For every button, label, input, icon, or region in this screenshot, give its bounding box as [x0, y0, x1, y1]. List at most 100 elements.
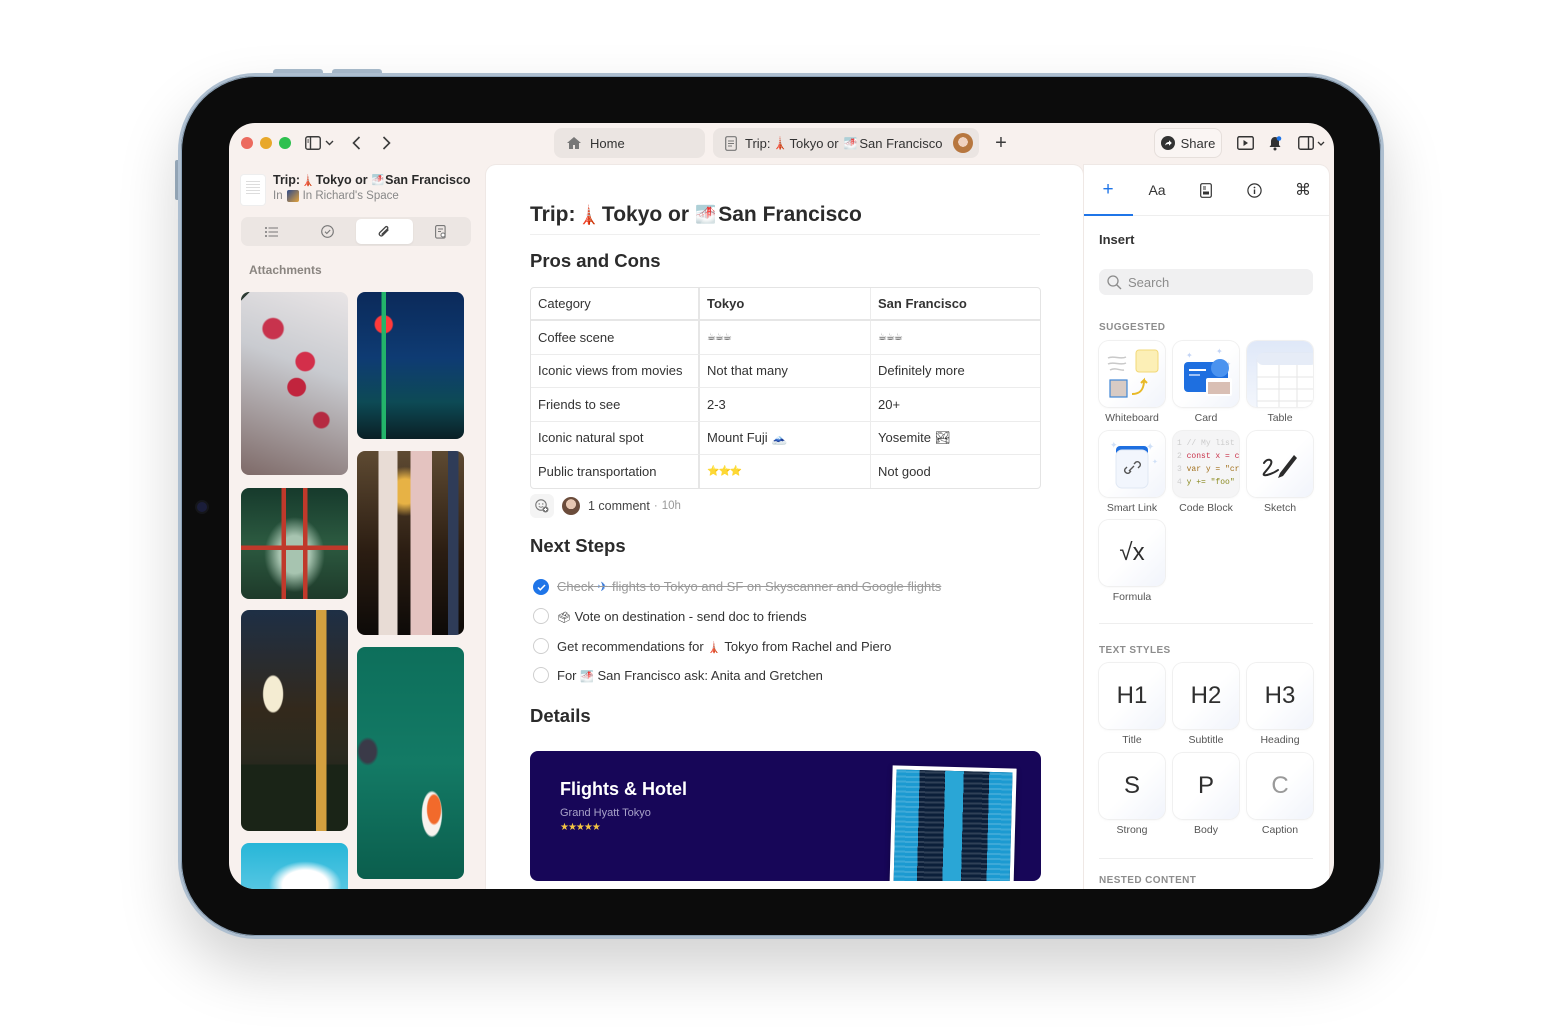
- minimize-window-button[interactable]: [260, 137, 272, 149]
- title-divider: [530, 234, 1040, 235]
- card-title: Flights & Hotel: [560, 779, 687, 799]
- todo-text-part: For: [557, 667, 577, 683]
- close-window-button[interactable]: [241, 137, 253, 149]
- add-reaction-button[interactable]: [530, 494, 554, 518]
- style-glyph: C: [1271, 772, 1289, 799]
- tokyo-tower-icon: 🗼: [707, 641, 722, 654]
- table-cell[interactable]: Coffee scene: [531, 321, 700, 355]
- table-cell[interactable]: ⭐⭐⭐: [700, 454, 871, 489]
- todo-checkbox[interactable]: [533, 638, 549, 654]
- heading-pros-and-cons[interactable]: Pros and Cons: [530, 250, 661, 272]
- table-cell[interactable]: Yosemite 🏞: [871, 422, 1040, 455]
- todo-text-part: Check: [557, 579, 594, 594]
- table-cell[interactable]: 20+: [871, 388, 1040, 422]
- comment-count[interactable]: 1 comment: [588, 499, 650, 513]
- todo-text[interactable]: Check ✈ flights to Tokyo and SF on Skysc…: [557, 579, 941, 595]
- notifications-button[interactable]: [1266, 131, 1284, 155]
- style-preview: H2: [1173, 663, 1239, 729]
- tab-info[interactable]: [1239, 177, 1269, 203]
- todo-checkbox-checked[interactable]: [533, 579, 549, 595]
- segment-search-document[interactable]: [413, 219, 470, 244]
- sidebar-toggle-button[interactable]: [302, 131, 336, 155]
- segment-outline[interactable]: [243, 219, 300, 244]
- table-cell[interactable]: Mount Fuji 🗻: [700, 421, 871, 455]
- table-cell[interactable]: ☕☕☕: [700, 321, 871, 355]
- todo-checkbox[interactable]: [533, 608, 549, 624]
- table-cell[interactable]: Public transportation: [531, 454, 700, 489]
- tab-title-prefix: Trip:: [745, 135, 771, 151]
- table-header-cell[interactable]: San Francisco: [871, 288, 1040, 322]
- insert-table[interactable]: Table: [1247, 341, 1313, 424]
- attachment-photo-wind-chimes[interactable]: [357, 451, 464, 635]
- flights-hotel-card[interactable]: Flights & Hotel Grand Hyatt Tokyo ★★★★★: [530, 751, 1041, 881]
- table-cell[interactable]: Definitely more: [871, 355, 1040, 389]
- share-button[interactable]: Share: [1154, 128, 1222, 158]
- table-cell[interactable]: Iconic views from movies: [531, 354, 700, 389]
- table-cell[interactable]: Not good: [871, 455, 1040, 488]
- pros-cons-table[interactable]: Category Tokyo San Francisco Coffee scen…: [530, 287, 1041, 490]
- heading-next-steps[interactable]: Next Steps: [530, 535, 626, 557]
- attachment-photo-torii-path[interactable]: [241, 488, 348, 599]
- right-panel-toggle-button[interactable]: [1295, 131, 1327, 155]
- back-button[interactable]: [349, 131, 363, 155]
- insert-search-field[interactable]: [1099, 269, 1313, 295]
- todo-text[interactable]: For 🌁 San Francisco ask: Anita and Gretc…: [557, 668, 823, 683]
- insert-whiteboard[interactable]: Whiteboard: [1099, 341, 1165, 424]
- todo-text[interactable]: Get recommendations for 🗼 Tokyo from Rac…: [557, 639, 891, 654]
- attachment-photo-plum-blossoms[interactable]: [241, 292, 348, 475]
- insert-sketch[interactable]: Sketch: [1247, 431, 1313, 514]
- table-cell[interactable]: Not that many: [700, 354, 871, 389]
- svg-text:✦: ✦: [1152, 458, 1158, 466]
- attachment-photo-sky[interactable]: [241, 843, 348, 889]
- foggy-bridge-icon: 🌁: [580, 670, 594, 683]
- style-subtitle[interactable]: H2 Subtitle: [1173, 663, 1239, 746]
- todo-text[interactable]: 🗳 Vote on destination - send doc to frie…: [557, 609, 807, 624]
- tab-insert[interactable]: +: [1093, 177, 1123, 203]
- tab-shortcuts[interactable]: ⌘: [1288, 177, 1318, 203]
- style-title[interactable]: H1 Title: [1099, 663, 1165, 746]
- table-cell[interactable]: ☕☕☕: [871, 321, 1040, 355]
- insert-formula[interactable]: √x Formula: [1099, 520, 1165, 603]
- style-caption[interactable]: C Caption: [1247, 753, 1313, 836]
- table-cell[interactable]: 2-3: [700, 388, 871, 422]
- collaborator-avatar[interactable]: [953, 133, 973, 153]
- space-avatar: [286, 190, 299, 202]
- tab-trip-document[interactable]: Trip: 🗼 Tokyo or 🌁 San Francisco: [713, 128, 979, 158]
- attachment-photo-neon-street[interactable]: [357, 292, 464, 439]
- attachment-photo-koi-pond[interactable]: [357, 647, 464, 879]
- segment-tasks[interactable]: [300, 219, 357, 244]
- new-tab-button[interactable]: +: [993, 131, 1009, 155]
- tab-document-info[interactable]: [1191, 177, 1221, 203]
- toolbar: Home Trip: 🗼 Tokyo or 🌁 San Francisco + …: [229, 123, 1334, 163]
- present-button[interactable]: [1236, 131, 1254, 155]
- style-strong[interactable]: S Strong: [1099, 753, 1165, 836]
- table-header-cell[interactable]: Category: [531, 288, 700, 322]
- style-body[interactable]: P Body: [1173, 753, 1239, 836]
- section-divider: [1099, 623, 1313, 624]
- todo-checkbox[interactable]: [533, 667, 549, 683]
- tab-format[interactable]: Aa: [1142, 177, 1172, 203]
- document-editor[interactable]: Trip: 🗼 Tokyo or 🌁 San Francisco Pros an…: [486, 165, 1083, 889]
- insert-smart-link[interactable]: ✦ ✦ ✦ Smart Link: [1099, 431, 1165, 514]
- table-cell[interactable]: Iconic natural spot: [531, 421, 700, 455]
- zoom-window-button[interactable]: [279, 137, 291, 149]
- forward-button[interactable]: [379, 131, 393, 155]
- code-line: 3 var y = "cra: [1177, 463, 1239, 476]
- sidebar-title-prefix: Trip:: [273, 173, 301, 187]
- svg-text:✦: ✦: [1216, 347, 1223, 356]
- heading-details[interactable]: Details: [530, 705, 591, 727]
- segment-attachments[interactable]: [356, 219, 413, 244]
- sidebar-document-header[interactable]: Trip: 🗼 Tokyo or 🌁 San Francisco In In R…: [241, 173, 481, 207]
- table-header-cell[interactable]: Tokyo: [700, 288, 871, 322]
- insert-search-input[interactable]: [1128, 274, 1298, 290]
- style-glyph: H1: [1116, 682, 1148, 709]
- insert-card[interactable]: ✦ ✦ ✦ Card: [1173, 341, 1239, 424]
- table-cell[interactable]: Friends to see: [531, 388, 700, 422]
- insert-code-block[interactable]: 1 // My list 2 const x = cr 3 var y = "c…: [1173, 431, 1239, 514]
- table-header-row: Category Tokyo San Francisco: [531, 288, 1040, 322]
- tab-home[interactable]: Home: [554, 128, 705, 158]
- document-title[interactable]: Trip: 🗼 Tokyo or 🌁 San Francisco: [530, 203, 862, 227]
- style-glyph: H2: [1190, 682, 1222, 709]
- style-heading[interactable]: H3 Heading: [1247, 663, 1313, 746]
- attachment-photo-izakaya[interactable]: [241, 610, 348, 831]
